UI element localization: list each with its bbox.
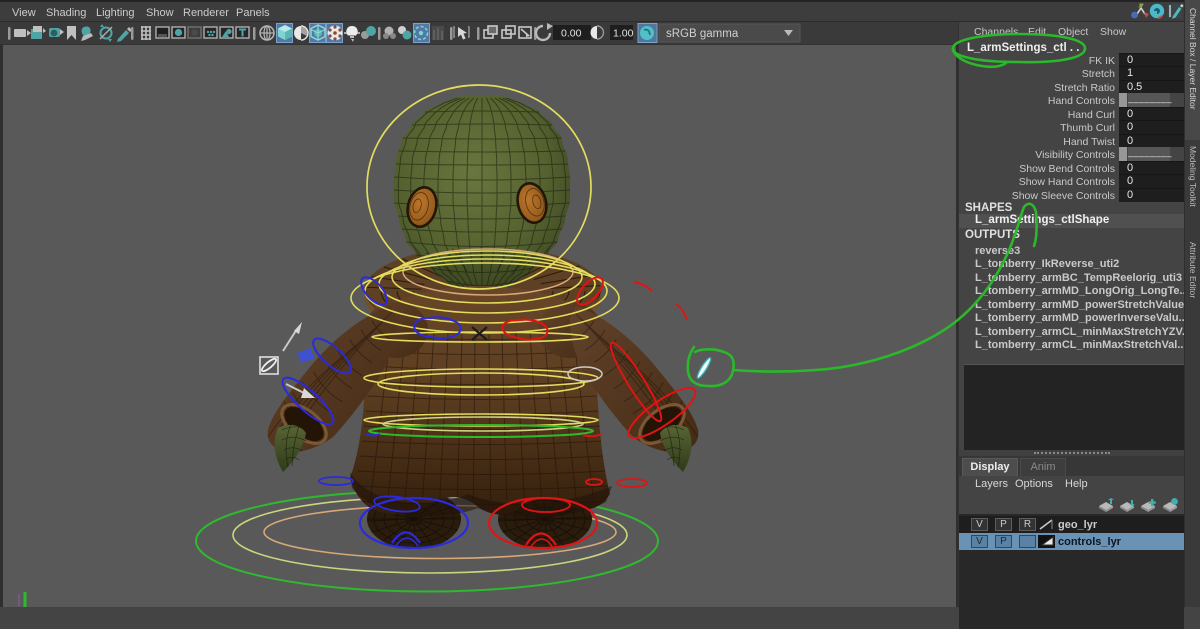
svg-text:1.00: 1.00 <box>613 28 634 40</box>
svg-text:0.00: 0.00 <box>561 28 582 40</box>
svg-text:sRGB gamma: sRGB gamma <box>666 28 739 40</box>
